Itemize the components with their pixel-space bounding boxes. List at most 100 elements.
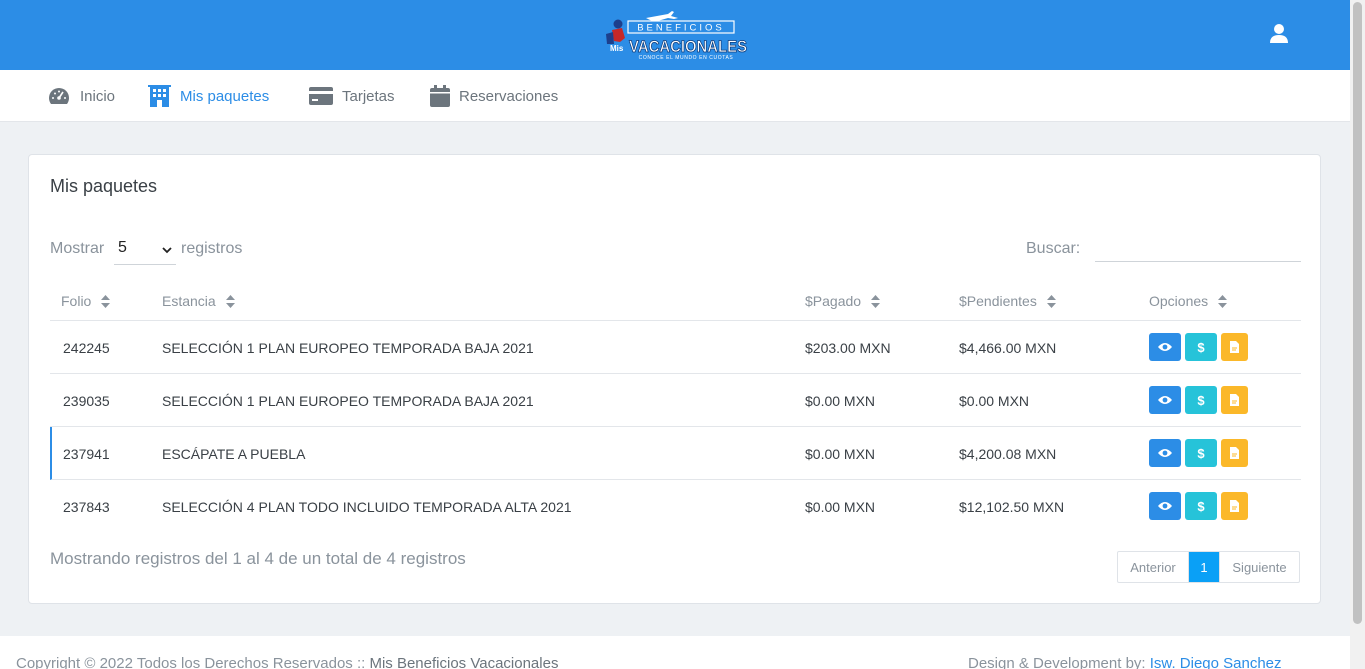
svg-text:$: $ <box>1197 393 1205 407</box>
dollar-icon: $ <box>1197 340 1205 354</box>
eye-icon <box>1158 502 1172 510</box>
svg-text:$: $ <box>1197 499 1205 513</box>
pay-button[interactable]: $ <box>1185 492 1217 520</box>
search-input[interactable] <box>1095 238 1301 262</box>
nav-item-inicio[interactable]: Inicio <box>47 70 115 122</box>
logo-top-text: BENEFICIOS <box>637 23 725 34</box>
table-header: Folio Estancia $Pagado $Pendientes Opcio… <box>50 281 1301 321</box>
view-button[interactable] <box>1149 492 1181 520</box>
search-label: Buscar: <box>1026 240 1081 257</box>
column-header-pendientes[interactable]: $Pendientes <box>959 281 1056 321</box>
table-info: Mostrando registros del 1 al 4 de un tot… <box>50 549 466 568</box>
cell-folio: 237941 <box>63 445 110 462</box>
cell-pagado: $0.00 MXN <box>805 445 876 462</box>
pdf-button[interactable] <box>1221 492 1248 520</box>
packages-card: Mis paquetes Mostrar 5 registros Buscar:… <box>28 154 1321 604</box>
row-options: $ <box>1149 333 1248 361</box>
table-row: 239035 SELECCIÓN 1 PLAN EUROPEO TEMPORAD… <box>50 374 1301 427</box>
next-page-button[interactable]: Siguiente <box>1219 552 1299 582</box>
file-pdf-icon <box>1230 447 1239 459</box>
eye-icon <box>1158 343 1172 351</box>
logo-tagline-text: CONOCE EL MUNDO EN CUOTAS <box>639 55 734 61</box>
cell-pendientes: $0.00 MXN <box>959 392 1030 409</box>
nav-label-mis-paquetes: Mis paquetes <box>180 87 270 105</box>
scrollbar-thumb[interactable] <box>1353 2 1362 624</box>
table-row: 237843 SELECCIÓN 4 PLAN TODO INCLUIDO TE… <box>50 480 1301 533</box>
nav-label-reservaciones: Reservaciones <box>459 87 559 105</box>
view-button[interactable] <box>1149 333 1181 361</box>
nav-item-tarjetas[interactable]: Tarjetas <box>309 70 395 122</box>
file-pdf-icon <box>1230 394 1239 406</box>
column-label: Opciones <box>1149 293 1209 309</box>
view-button[interactable] <box>1149 439 1181 467</box>
speedometer-icon <box>49 88 69 104</box>
sort-icon <box>1218 294 1228 308</box>
sort-icon <box>871 294 881 308</box>
column-header-opciones[interactable]: Opciones <box>1149 281 1228 321</box>
svg-text:$: $ <box>1197 446 1205 460</box>
chevron-down-icon <box>162 247 172 254</box>
dollar-icon: $ <box>1197 446 1205 460</box>
logo-mis-text: Mis <box>610 44 624 53</box>
table-row: 242245 SELECCIÓN 1 PLAN EUROPEO TEMPORAD… <box>50 321 1301 374</box>
column-label: Folio <box>61 293 92 309</box>
cell-estancia: ESCÁPATE A PUEBLA <box>162 445 306 462</box>
footer-credit: Design & Development by: Isw. Diego Sanc… <box>968 655 1282 669</box>
dollar-icon: $ <box>1197 393 1205 407</box>
column-label: Estancia <box>162 293 216 309</box>
row-options: $ <box>1149 386 1248 414</box>
file-pdf-icon <box>1230 341 1239 353</box>
column-label: $Pagado <box>805 293 862 309</box>
footer: Copyright © 2022 Todos los Derechos Rese… <box>0 636 1350 669</box>
cell-estancia: SELECCIÓN 1 PLAN EUROPEO TEMPORADA BAJA … <box>162 392 534 409</box>
column-header-pagado[interactable]: $Pagado <box>805 281 881 321</box>
column-header-folio[interactable]: Folio <box>61 281 111 321</box>
cell-folio: 242245 <box>63 339 110 356</box>
pdf-button[interactable] <box>1221 333 1248 361</box>
credit-card-icon <box>309 87 333 105</box>
page-length-select[interactable]: 5 <box>114 239 176 265</box>
user-icon[interactable] <box>1268 23 1290 45</box>
calendar-icon <box>430 85 450 107</box>
eye-icon <box>1158 449 1172 457</box>
nav-item-mis-paquetes[interactable]: Mis paquetes <box>148 70 269 122</box>
main-nav: Inicio Mis paquetes Tarjetas Reservacion… <box>0 70 1350 122</box>
row-options: $ <box>1149 439 1248 467</box>
copyright-text: Copyright © 2022 Todos los Derechos Rese… <box>16 655 370 669</box>
pay-button[interactable]: $ <box>1185 333 1217 361</box>
nav-label-tarjetas: Tarjetas <box>342 87 395 105</box>
footer-copyright: Copyright © 2022 Todos los Derechos Rese… <box>16 655 558 669</box>
eye-icon <box>1158 396 1172 404</box>
cell-pendientes: $12,102.50 MXN <box>959 498 1065 515</box>
cell-pendientes: $4,466.00 MXN <box>959 339 1057 356</box>
column-header-estancia[interactable]: Estancia <box>162 281 235 321</box>
nav-label-inicio: Inicio <box>80 87 116 105</box>
vertical-scrollbar[interactable] <box>1350 0 1365 669</box>
page-length-value: 5 <box>118 239 127 256</box>
pdf-button[interactable] <box>1221 439 1248 467</box>
footer-brand: Mis Beneficios Vacacionales <box>369 655 559 669</box>
sort-icon <box>225 294 235 308</box>
cell-folio: 237843 <box>63 498 110 515</box>
table-row: 237941 ESCÁPATE A PUEBLA $0.00 MXN $4,20… <box>50 427 1301 480</box>
show-label: Mostrar <box>50 240 105 257</box>
sort-icon <box>101 294 111 308</box>
view-button[interactable] <box>1149 386 1181 414</box>
pay-button[interactable]: $ <box>1185 439 1217 467</box>
cell-estancia: SELECCIÓN 1 PLAN EUROPEO TEMPORADA BAJA … <box>162 339 534 356</box>
pdf-button[interactable] <box>1221 386 1248 414</box>
nav-item-reservaciones[interactable]: Reservaciones <box>430 70 558 122</box>
credit-text: Design & Development by: <box>968 655 1150 669</box>
logo-main-text: VACACIONALES <box>629 37 747 56</box>
brand-logo[interactable]: BENEFICIOS Mis VACACIONALES CONOCE EL MU… <box>598 8 752 62</box>
pay-button[interactable]: $ <box>1185 386 1217 414</box>
previous-page-button[interactable]: Anterior <box>1118 552 1189 582</box>
page-button-1[interactable]: 1 <box>1189 552 1219 582</box>
cell-pagado: $0.00 MXN <box>805 392 876 409</box>
page-title: Mis paquetes <box>50 176 158 196</box>
row-options: $ <box>1149 492 1248 520</box>
top-header: BENEFICIOS Mis VACACIONALES CONOCE EL MU… <box>0 0 1350 70</box>
author-link[interactable]: Isw. Diego Sanchez <box>1150 655 1282 669</box>
pagination: Anterior 1 Siguiente <box>1117 551 1300 583</box>
sort-icon <box>1046 294 1056 308</box>
